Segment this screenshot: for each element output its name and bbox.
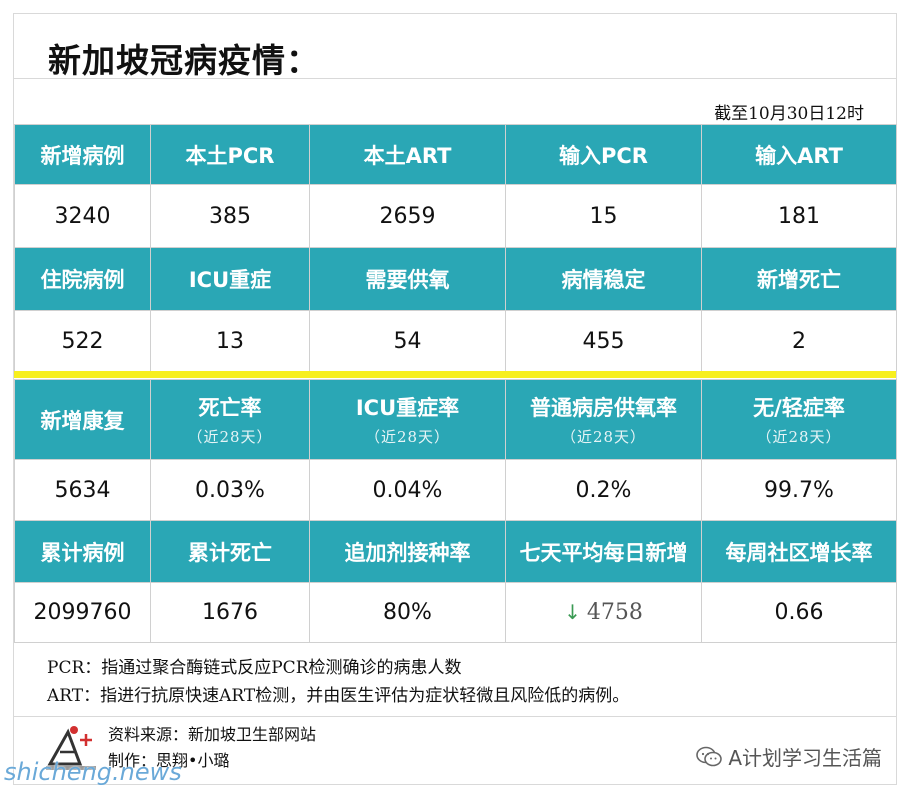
header-mild-rate: 无/轻症率 （近28天） [701, 379, 897, 460]
value-stable: 455 [505, 310, 702, 372]
definitions-notes: PCR：指通过聚合酶链式反应PCR检测确诊的病患人数 ART：指进行抗原快速AR… [47, 654, 629, 710]
header-imported-pcr: 输入PCR [505, 124, 702, 185]
header-total-deaths: 累计死亡 [150, 520, 310, 583]
header-booster-rate: 追加剂接种率 [309, 520, 506, 583]
table-row: 累计病例 累计死亡 追加剂接种率 七天平均每日新增 每周社区增长率 [14, 520, 897, 583]
value-local-art: 2659 [309, 184, 506, 248]
page-title: 新加坡冠病疫情： [48, 41, 320, 80]
wechat-account-tag: A计划学习生活篇 [696, 742, 882, 771]
footer-divider [14, 716, 896, 717]
header-oxygen: 需要供氧 [309, 247, 506, 311]
table-row: 住院病例 ICU重症 需要供氧 病情稳定 新增死亡 [14, 247, 897, 311]
table-row: 2099760 1676 80% ↓ 4758 0.66 [14, 582, 897, 643]
table-row: 3240 385 2659 15 181 [14, 184, 897, 248]
header-death-rate: 死亡率 （近28天） [150, 379, 310, 460]
yellow-divider [14, 371, 896, 378]
subheader-28-days: （近28天） [364, 428, 451, 446]
header-hospitalised: 住院病例 [14, 247, 151, 311]
value-icu: 13 [150, 310, 310, 372]
note-art: ART：指进行抗原快速ART检测，并由医生评估为症状轻微且风险低的病例。 [47, 686, 630, 706]
value-total-deaths: 1676 [150, 582, 310, 643]
header-new-cases: 新增病例 [14, 124, 151, 185]
wechat-icon [696, 746, 723, 766]
value-oxygen: 54 [309, 310, 506, 372]
value-icu-rate: 0.04% [309, 459, 506, 521]
value-local-pcr: 385 [150, 184, 310, 248]
value-death-rate: 0.03% [150, 459, 310, 521]
value-total-cases: 2099760 [14, 582, 151, 643]
value-new-deaths: 2 [701, 310, 897, 372]
header-oxygen-rate: 普通病房供氧率 （近28天） [505, 379, 702, 460]
header-icu-rate: ICU重症率 （近28天） [309, 379, 506, 460]
stats-table-bottom: 新增康复 死亡率 （近28天） ICU重症率 （近28天） 普通病房供氧率 （近28天… [14, 379, 897, 643]
table-row: 新增病例 本土PCR 本土ART 输入PCR 输入ART [14, 124, 897, 185]
subheader-28-days: （近28天） [756, 428, 842, 446]
value-booster-rate: 80% [309, 582, 506, 643]
value-imported-pcr: 15 [505, 184, 702, 248]
header-new-deaths: 新增死亡 [701, 247, 897, 311]
subheader-28-days: （近28天） [560, 428, 647, 446]
header-stable: 病情稳定 [505, 247, 702, 311]
value-new-recoveries: 5634 [14, 459, 151, 521]
value-7day-average: ↓ 4758 [505, 582, 702, 643]
table-row: 522 13 54 455 2 [14, 310, 897, 372]
as-of-timestamp: 截至10月30日12时 [714, 104, 864, 124]
note-pcr: PCR：指通过聚合酶链式反应PCR检测确诊的病患人数 [47, 658, 462, 678]
title-divider [14, 78, 896, 79]
value-mild-rate: 99.7% [701, 459, 897, 521]
value-oxygen-rate: 0.2% [505, 459, 702, 521]
subheader-28-days: （近28天） [187, 428, 273, 446]
header-icu: ICU重症 [150, 247, 310, 311]
header-new-recoveries: 新增康复 [14, 379, 151, 460]
header-local-art: 本土ART [309, 124, 506, 185]
header-total-cases: 累计病例 [14, 520, 151, 583]
source-line: 资料来源：新加坡卫生部网站 [108, 725, 317, 744]
stats-table-top: 新增病例 本土PCR 本土ART 输入PCR 输入ART 3240 385 26… [14, 124, 897, 372]
value-new-cases: 3240 [14, 184, 151, 248]
wechat-account-name: A计划学习生活篇 [728, 746, 882, 770]
table-row: 5634 0.03% 0.04% 0.2% 99.7% [14, 459, 897, 521]
value-hospitalised: 522 [14, 310, 151, 372]
header-7day-average: 七天平均每日新增 [505, 520, 702, 583]
header-local-pcr: 本土PCR [150, 124, 310, 185]
value-imported-art: 181 [701, 184, 897, 248]
header-imported-art: 输入ART [701, 124, 897, 185]
header-weekly-growth: 每周社区增长率 [701, 520, 897, 583]
value-weekly-growth: 0.66 [701, 582, 897, 643]
table-row: 新增康复 死亡率 （近28天） ICU重症率 （近28天） 普通病房供氧率 （近28天… [14, 379, 897, 460]
down-arrow-icon: ↓ [564, 600, 581, 624]
site-watermark: shicheng.news [4, 758, 182, 786]
